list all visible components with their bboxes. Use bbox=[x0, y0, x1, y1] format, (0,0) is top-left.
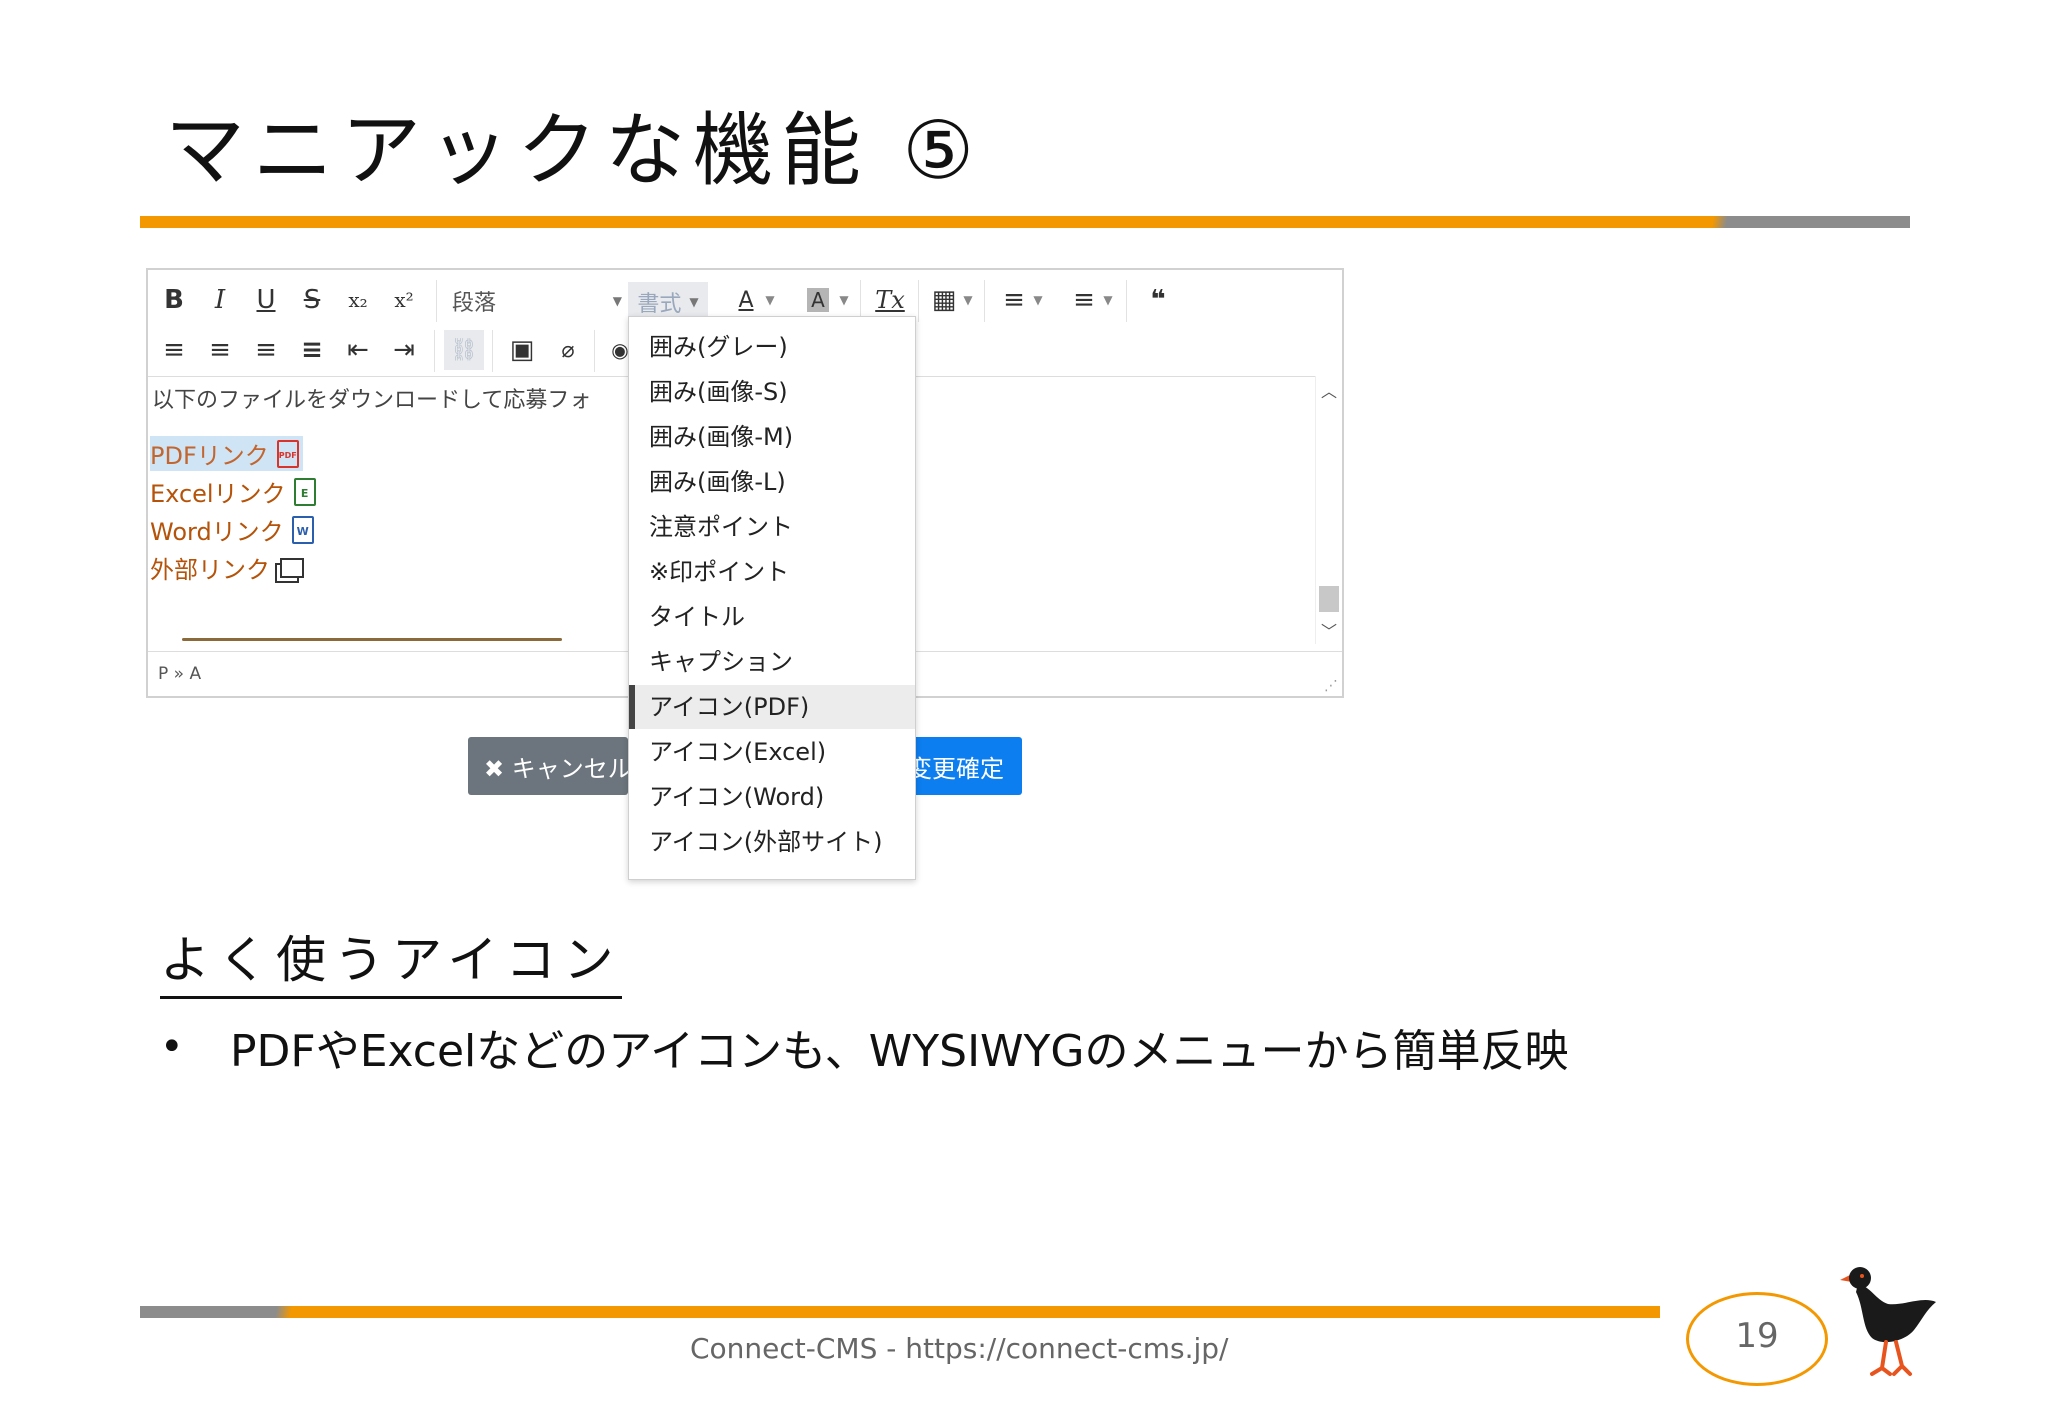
clear-format-icon[interactable]: Tx bbox=[870, 280, 910, 320]
menu-item-box-image-s[interactable]: 囲み(画像-S) bbox=[629, 370, 915, 414]
excel-link-label: Excelリンク bbox=[150, 480, 286, 508]
chevron-up-icon[interactable]: ︿ bbox=[1316, 378, 1342, 402]
menu-item-caution-point[interactable]: 注意ポイント bbox=[629, 505, 915, 549]
chevron-down-icon[interactable]: ▼ bbox=[760, 280, 780, 320]
decorative-rule bbox=[182, 638, 562, 641]
footer-text: Connect-CMS - https://connect-cms.jp/ bbox=[690, 1332, 1229, 1365]
external-link-label: 外部リンク bbox=[150, 556, 270, 584]
outdent-icon[interactable]: ⇤ bbox=[338, 330, 378, 370]
chevron-down-icon[interactable]: ﹀ bbox=[1316, 618, 1342, 642]
attachment-icon[interactable]: ⌀ bbox=[548, 330, 588, 370]
footer-bar bbox=[140, 1306, 1660, 1318]
pdf-link-label: PDFリンク bbox=[150, 442, 269, 470]
chevron-down-icon[interactable]: ▼ bbox=[834, 280, 854, 320]
paragraph-select-value: 段落 bbox=[452, 291, 497, 316]
content-paragraph: 以下のファイルをダウンロードして応募フォ bbox=[152, 388, 592, 413]
subscript-icon[interactable]: x₂ bbox=[338, 280, 378, 320]
format-dropdown-menu: 囲み(グレー) 囲み(画像-S) 囲み(画像-M) 囲み(画像-L) 注意ポイン… bbox=[628, 316, 916, 880]
underline-icon[interactable]: U bbox=[246, 280, 286, 320]
image-icon[interactable]: ▣ bbox=[502, 330, 542, 370]
page-number: 19 bbox=[1735, 1316, 1779, 1356]
external-link[interactable]: 外部リンク bbox=[150, 550, 304, 585]
menu-item-icon-external[interactable]: アイコン(外部サイト) bbox=[629, 820, 915, 864]
link-icon[interactable]: ⛓ bbox=[444, 330, 484, 370]
pdf-file-icon: PDF bbox=[276, 439, 299, 468]
toolbar-separator bbox=[492, 330, 493, 372]
bird-mascot-icon bbox=[1840, 1267, 1936, 1376]
section-heading: よく使うアイコン bbox=[160, 920, 622, 999]
excel-file-icon: E bbox=[293, 477, 316, 506]
superscript-icon[interactable]: x² bbox=[384, 280, 424, 320]
paragraph-select[interactable]: 段落 ▼ bbox=[452, 282, 622, 320]
align-justify-icon[interactable]: ≡ bbox=[292, 330, 332, 370]
toolbar-separator bbox=[594, 330, 595, 372]
cancel-button[interactable]: ✖ キャンセル bbox=[468, 737, 628, 795]
editor-scrollbar[interactable]: ︿ ﹀ bbox=[1315, 376, 1342, 644]
chevron-down-icon[interactable]: ▼ bbox=[1098, 280, 1118, 320]
toolbar-separator bbox=[984, 280, 985, 322]
bullet-text: PDFやExcelなどのアイコンも、WYSIWYGのメニューから簡単反映 bbox=[230, 1026, 1569, 1077]
format-label: 書式 bbox=[637, 292, 682, 317]
scrollbar-thumb[interactable] bbox=[1319, 586, 1339, 612]
resize-handle-icon[interactable]: ⋰ bbox=[1324, 678, 1338, 694]
indent-icon[interactable]: ⇥ bbox=[384, 330, 424, 370]
menu-item-box-image-m[interactable]: 囲み(画像-M) bbox=[629, 415, 915, 459]
align-center-icon[interactable]: ≡ bbox=[200, 330, 240, 370]
word-link[interactable]: Wordリンク W bbox=[150, 512, 314, 547]
background-color-icon[interactable]: A bbox=[798, 280, 838, 320]
menu-item-icon-excel[interactable]: アイコン(Excel) bbox=[629, 730, 915, 774]
strikethrough-icon[interactable]: S bbox=[292, 280, 332, 320]
chevron-down-icon[interactable]: ▼ bbox=[1028, 280, 1048, 320]
bullet-dot: • bbox=[160, 1024, 184, 1070]
background-color-glyph: A bbox=[807, 288, 829, 312]
menu-item-caption[interactable]: キャプション bbox=[629, 640, 915, 684]
blockquote-icon[interactable]: ❝ bbox=[1138, 280, 1178, 320]
toolbar-separator bbox=[434, 330, 435, 372]
word-link-label: Wordリンク bbox=[150, 518, 284, 546]
menu-item-box-image-l[interactable]: 囲み(画像-L) bbox=[629, 460, 915, 504]
toolbar-separator bbox=[1126, 280, 1127, 322]
toolbar-separator bbox=[436, 280, 437, 322]
bold-icon[interactable]: B bbox=[154, 280, 194, 320]
pdf-link[interactable]: PDFリンク PDF bbox=[150, 436, 303, 471]
menu-item-title[interactable]: タイトル bbox=[629, 595, 915, 639]
chevron-down-icon: ▼ bbox=[689, 295, 699, 309]
slide-title: マニアックな機能 ⑤ bbox=[165, 104, 983, 197]
align-right-icon[interactable]: ≡ bbox=[246, 330, 286, 370]
excel-link[interactable]: Excelリンク E bbox=[150, 474, 316, 509]
italic-icon[interactable]: I bbox=[200, 280, 240, 320]
external-link-icon bbox=[280, 557, 304, 578]
element-path[interactable]: P » A bbox=[158, 664, 201, 684]
word-file-icon: W bbox=[291, 515, 314, 544]
menu-item-box-gray[interactable]: 囲み(グレー) bbox=[629, 325, 915, 369]
chevron-down-icon: ▼ bbox=[612, 294, 622, 308]
chevron-down-icon[interactable]: ▼ bbox=[958, 280, 978, 320]
menu-item-icon-word[interactable]: アイコン(Word) bbox=[629, 775, 915, 819]
menu-item-icon-pdf[interactable]: アイコン(PDF) bbox=[629, 685, 915, 729]
align-left-icon[interactable]: ≡ bbox=[154, 330, 194, 370]
toolbar-separator bbox=[918, 280, 919, 322]
title-underline-bar bbox=[140, 216, 1910, 228]
menu-item-asterisk-point[interactable]: ※印ポイント bbox=[629, 550, 915, 594]
